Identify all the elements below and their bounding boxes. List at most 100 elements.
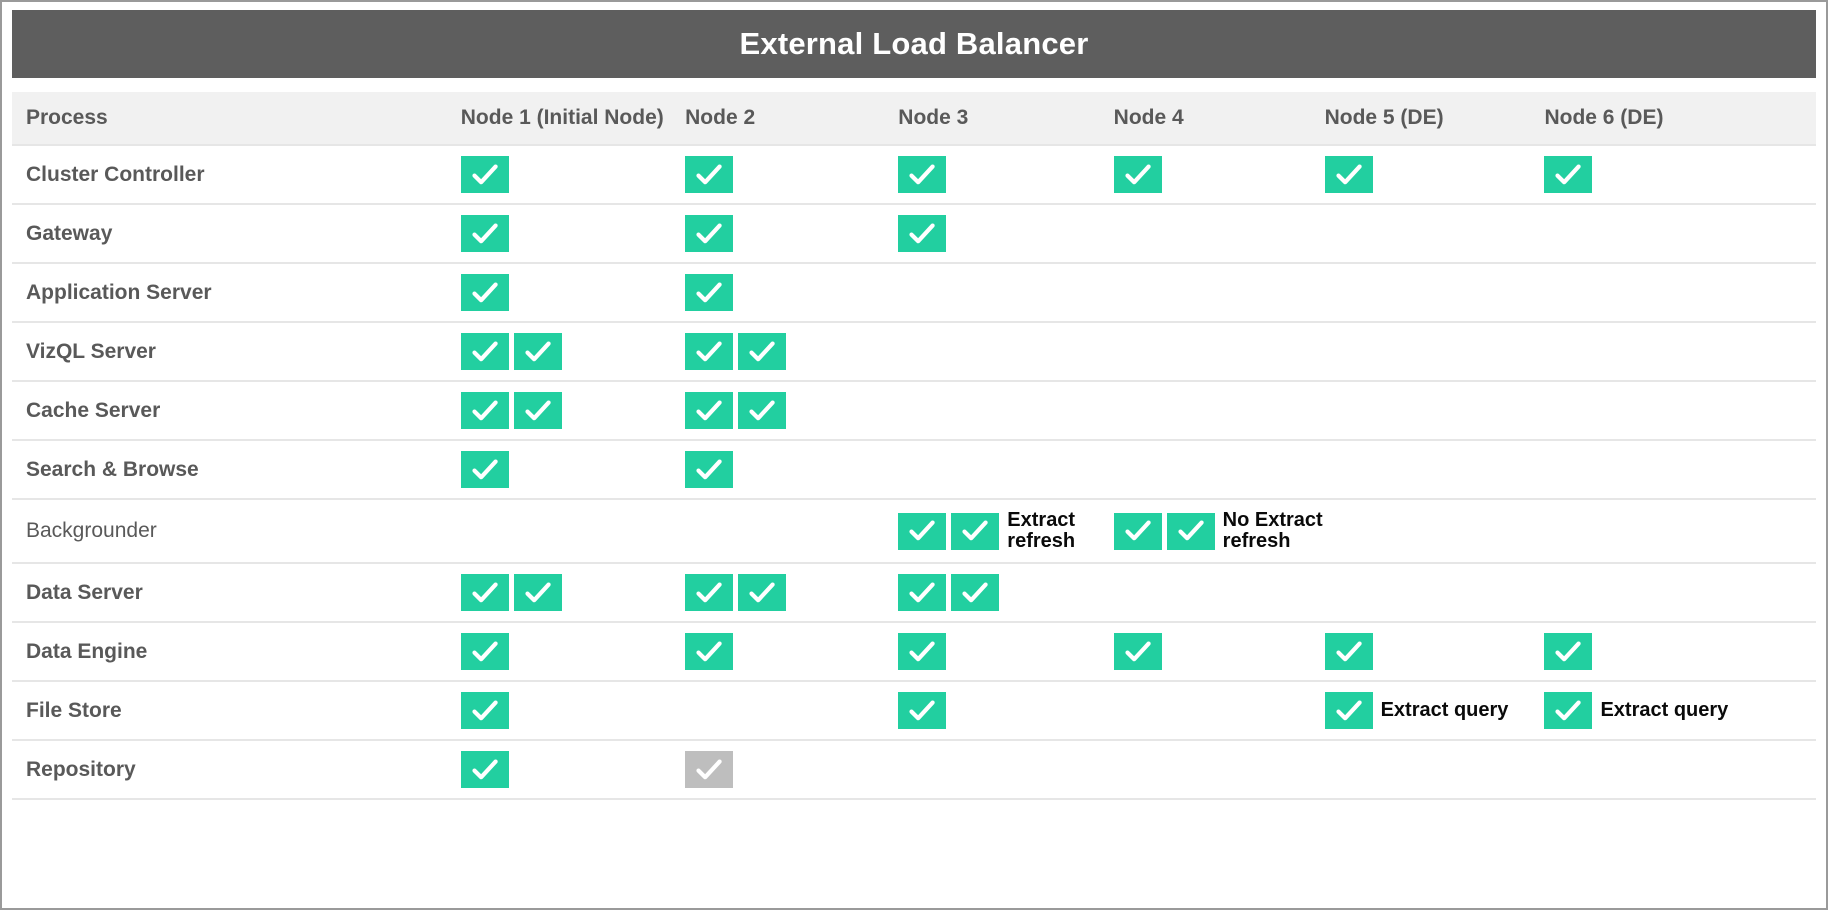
cell-content [685,205,898,262]
node-cell [1324,498,1545,563]
cell-content [1544,146,1816,203]
process-label: File Store [26,698,122,722]
node-cell: No Extract refresh [1113,498,1325,563]
node-cell [1544,739,1816,798]
node-cell [898,562,1114,622]
check-icon [460,574,509,611]
process-name-cell: Backgrounder [12,498,461,563]
node-cell [1324,562,1545,622]
table-row: Gateway [12,203,1816,263]
node-cell [1113,203,1325,263]
cell-content [1113,623,1325,680]
header-row: Process Node 1 (Initial Node) Node 2 Nod… [12,92,1816,145]
node-cell [1324,380,1545,440]
cell-content [460,441,685,498]
column-header-node5: Node 5 (DE) [1324,92,1545,145]
cell-content: Extract query [1324,682,1545,739]
cell-content [898,682,1113,739]
node-cell [460,144,686,204]
node-cell [1544,498,1816,563]
node-cell [685,203,899,263]
node-cell [685,144,899,204]
process-label: Backgrounder [26,519,157,542]
process-label: VizQL Server [26,339,156,363]
node-cell [685,321,899,381]
node-cell [1113,262,1325,322]
matrix-body: Cluster Controller Gateway Application Ser… [12,144,1816,798]
column-header-node4: Node 4 [1113,92,1325,145]
node-cell [898,439,1114,499]
column-header-node6: Node 6 (DE) [1544,92,1816,145]
cell-content [1544,623,1816,680]
process-label: Application Server [26,280,212,304]
node-cell [898,321,1114,381]
cell-content [460,382,685,439]
check-icon-passive [685,751,734,788]
table-row: Data Engine [12,621,1816,681]
cell-note-label: Extract refresh [1007,509,1076,552]
node-cell [1113,562,1325,622]
cell-content: Extract refresh [898,500,1113,562]
check-icon [685,451,734,488]
cell-content [685,741,898,798]
process-label: Repository [26,757,136,781]
node-cell [1544,203,1816,263]
process-label: Cache Server [26,398,161,422]
diagram-canvas: External Load Balancer Process Node 1 (I… [0,0,1828,910]
check-icon [1324,633,1373,670]
node-cell: Extract refresh [898,498,1114,563]
matrix-bottom-divider [12,798,1816,826]
check-icon [460,274,509,311]
check-icon [1324,692,1373,729]
table-row: File Store Extract query Extract query [12,680,1816,740]
cell-content [685,623,898,680]
check-icon [898,215,947,252]
node-cell [1324,203,1545,263]
node-cell [685,380,899,440]
cell-content [1113,146,1325,203]
check-icon [460,392,509,429]
check-icon [1113,512,1162,550]
cell-content [685,441,898,498]
node-cell [1113,439,1325,499]
column-header-node3: Node 3 [898,92,1114,145]
process-name-cell: Gateway [12,203,461,263]
cell-content [460,741,685,798]
column-header-process: Process [12,92,461,145]
node-cell [1113,739,1325,798]
node-cell [685,498,899,563]
node-cell [1113,144,1325,204]
node-cell [1324,262,1545,322]
cell-note-label: Extract query [1600,699,1729,721]
cell-content [460,264,685,321]
check-icon [685,215,734,252]
check-icon [685,333,734,370]
node-cell [898,203,1114,263]
node-cell [460,680,686,740]
cell-content [898,623,1113,680]
check-icon [738,392,787,429]
node-cell [1113,680,1325,740]
node-cell [898,380,1114,440]
process-label: Data Engine [26,639,148,663]
check-icon [898,512,947,550]
check-icon [898,692,947,729]
node-cell [460,739,686,798]
process-label: Gateway [26,221,113,245]
node-cell [460,262,686,322]
check-icon [685,392,734,429]
node-cell [685,262,899,322]
cell-content: Extract query [1544,682,1816,739]
cell-content [685,323,898,380]
node-cell [1544,621,1816,681]
node-cell [685,680,899,740]
cell-content: No Extract refresh [1113,500,1325,562]
process-name-cell: Data Server [12,562,461,622]
node-cell [1113,621,1325,681]
process-label: Search & Browse [26,457,199,481]
node-cell [685,621,899,681]
cell-content [460,323,685,380]
table-row: VizQL Server [12,321,1816,381]
node-cell [460,203,686,263]
node-cell [460,439,686,499]
